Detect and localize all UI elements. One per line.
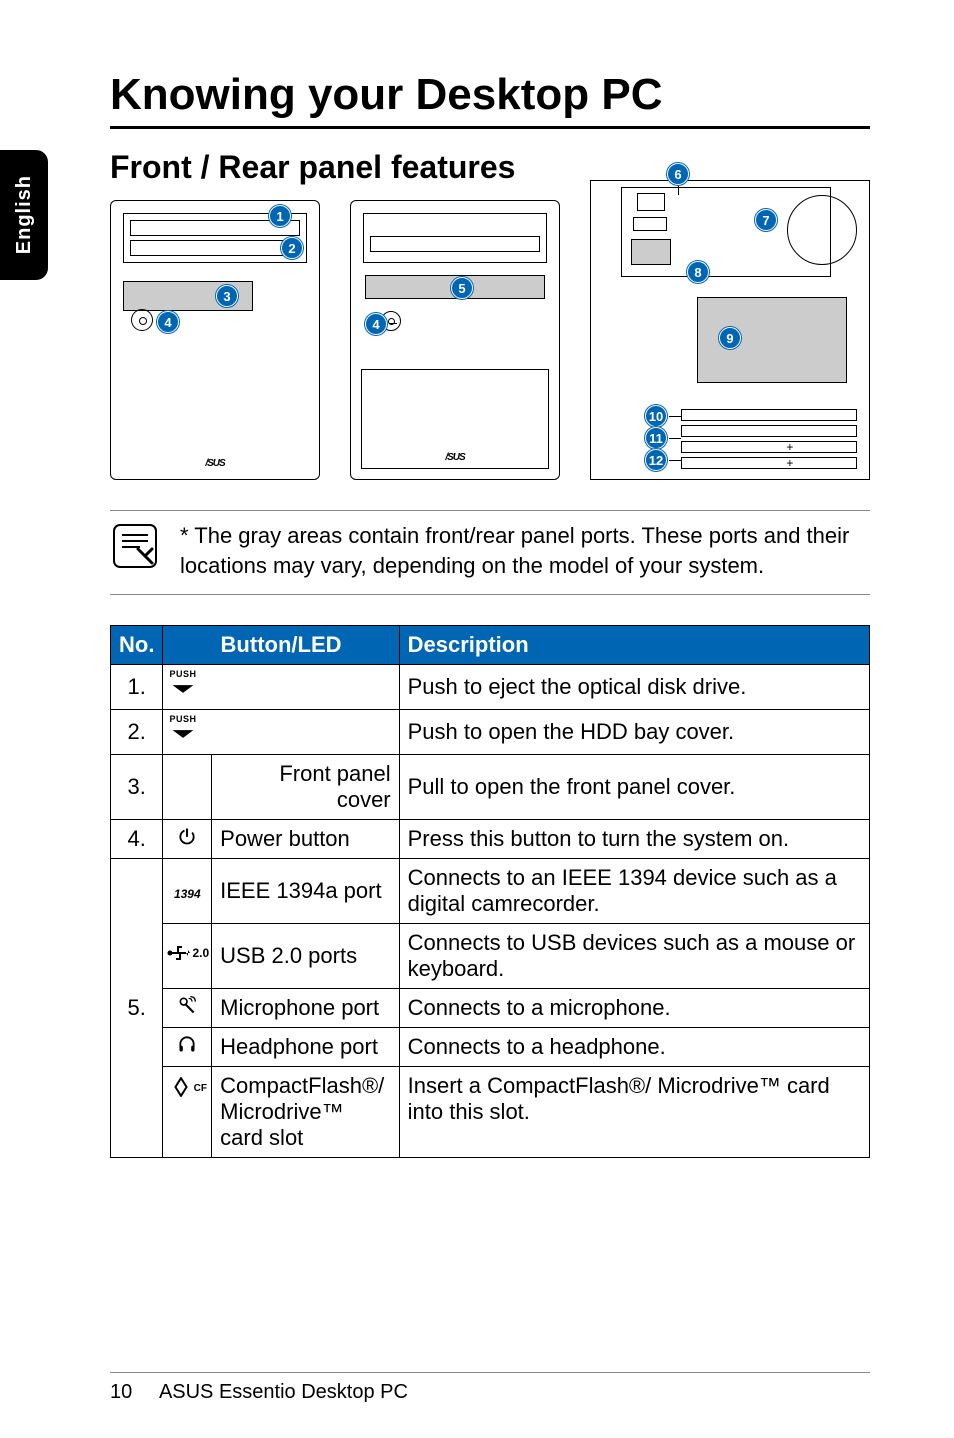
th-no: No. bbox=[111, 626, 163, 665]
callout-2: 2 bbox=[281, 237, 303, 259]
asus-logo-2: /SUS bbox=[351, 452, 559, 463]
table-row: 2.0 USB 2.0 ports Connects to USB device… bbox=[111, 924, 870, 989]
note-block: * The gray areas contain front/rear pane… bbox=[110, 510, 870, 595]
row-no: 2. bbox=[111, 710, 163, 755]
row-label: Headphone port bbox=[212, 1028, 399, 1067]
voltage-switch bbox=[633, 217, 667, 231]
row-no: 1. bbox=[111, 665, 163, 710]
callout-9: 9 bbox=[719, 327, 741, 349]
row-desc: Connects to USB devices such as a mouse … bbox=[399, 924, 869, 989]
table-row: 2. PUSH Push to open the HDD bay cover. bbox=[111, 710, 870, 755]
row-desc: Insert a CompactFlash®/ Microdrive™ card… bbox=[399, 1067, 869, 1158]
diagram-row: /SUS 1 2 3 4 /SUS 5 4 bbox=[110, 200, 870, 480]
asus-logo: /SUS bbox=[111, 458, 319, 469]
microphone-icon bbox=[163, 989, 212, 1028]
row-desc: Connects to a headphone. bbox=[399, 1028, 869, 1067]
features-table: No. Button/LED Description 1. PUSH Push … bbox=[110, 625, 870, 1158]
row-label: Front panel cover bbox=[212, 755, 399, 820]
table-row: 1. PUSH Push to eject the optical disk d… bbox=[111, 665, 870, 710]
row-label: IEEE 1394a port bbox=[212, 859, 399, 924]
page-number: 10 bbox=[110, 1381, 132, 1403]
row-desc: Push to open the HDD bay cover. bbox=[399, 710, 869, 755]
row-label: USB 2.0 ports bbox=[212, 924, 399, 989]
row-no: 3. bbox=[111, 755, 163, 820]
power-icon bbox=[163, 820, 212, 859]
th-description: Description bbox=[399, 626, 869, 665]
callout-5: 5 bbox=[451, 277, 473, 299]
push-label: PUSH bbox=[169, 714, 196, 724]
push-icon-cell: PUSH bbox=[163, 710, 399, 755]
row-label: Power button bbox=[212, 820, 399, 859]
row-label: Microphone port bbox=[212, 989, 399, 1028]
empty-icon-cell bbox=[163, 755, 212, 820]
push-label: PUSH bbox=[169, 669, 196, 679]
rear-port-gray-small bbox=[631, 239, 671, 265]
callout-3: 3 bbox=[216, 285, 238, 307]
row-desc: Connects to a microphone. bbox=[399, 989, 869, 1028]
callout-8: 8 bbox=[687, 261, 709, 283]
row-desc: Push to eject the optical disk drive. bbox=[399, 665, 869, 710]
callout-10: 10 bbox=[645, 405, 667, 427]
row-desc: Pull to open the front panel cover. bbox=[399, 755, 869, 820]
row-desc: Press this button to turn the system on. bbox=[399, 820, 869, 859]
usb-icon: 2.0 bbox=[163, 924, 212, 989]
language-side-tab: English bbox=[0, 150, 48, 280]
table-row: 4. Power button Press this button to tur… bbox=[111, 820, 870, 859]
callout-1: 1 bbox=[269, 205, 291, 227]
page-content: Knowing your Desktop PC Front / Rear pan… bbox=[110, 70, 870, 1158]
note-text: * The gray areas contain front/rear pane… bbox=[180, 521, 870, 580]
row-no: 4. bbox=[111, 820, 163, 859]
note-icon bbox=[110, 521, 160, 571]
front-panel-closed-diagram: /SUS 1 2 3 4 bbox=[110, 200, 320, 480]
row-label: CompactFlash®/ Microdrive™ card slot bbox=[212, 1067, 399, 1158]
page-title: Knowing your Desktop PC bbox=[110, 70, 870, 129]
push-icon-cell: PUSH bbox=[163, 665, 399, 710]
rear-panel-diagram: + + 6 7 8 9 10 11 12 bbox=[590, 180, 870, 480]
callout-11: 11 bbox=[645, 427, 667, 449]
power-button-outline bbox=[131, 309, 153, 331]
headphone-icon bbox=[163, 1028, 212, 1067]
psu-fan bbox=[787, 195, 857, 265]
table-row: 5. 1394 IEEE 1394a port Connects to an I… bbox=[111, 859, 870, 924]
optical-bay-open bbox=[363, 213, 547, 263]
table-row: 3. Front panel cover Pull to open the fr… bbox=[111, 755, 870, 820]
callout-4b: 4 bbox=[365, 313, 387, 335]
ieee1394-icon: 1394 bbox=[163, 859, 212, 924]
table-row: CF CompactFlash®/ Microdrive™ card slot … bbox=[111, 1067, 870, 1158]
table-row: Headphone port Connects to a headphone. bbox=[111, 1028, 870, 1067]
th-button-led: Button/LED bbox=[163, 626, 399, 665]
front-panel-open-diagram: /SUS 5 4 bbox=[350, 200, 560, 480]
callout-4a: 4 bbox=[157, 311, 179, 333]
callout-7: 7 bbox=[755, 209, 777, 231]
power-socket bbox=[637, 193, 665, 211]
expansion-slots: + + bbox=[681, 405, 857, 469]
row-no: 5. bbox=[111, 859, 163, 1158]
callout-12: 12 bbox=[645, 449, 667, 471]
page-footer: 10 ASUS Essentio Desktop PC bbox=[110, 1372, 870, 1404]
row-desc: Connects to an IEEE 1394 device such as … bbox=[399, 859, 869, 924]
callout-6: 6 bbox=[667, 163, 689, 185]
book-title: ASUS Essentio Desktop PC bbox=[159, 1381, 408, 1403]
language-label: English bbox=[13, 175, 36, 254]
compactflash-icon: CF bbox=[163, 1067, 212, 1158]
table-row: Microphone port Connects to a microphone… bbox=[111, 989, 870, 1028]
